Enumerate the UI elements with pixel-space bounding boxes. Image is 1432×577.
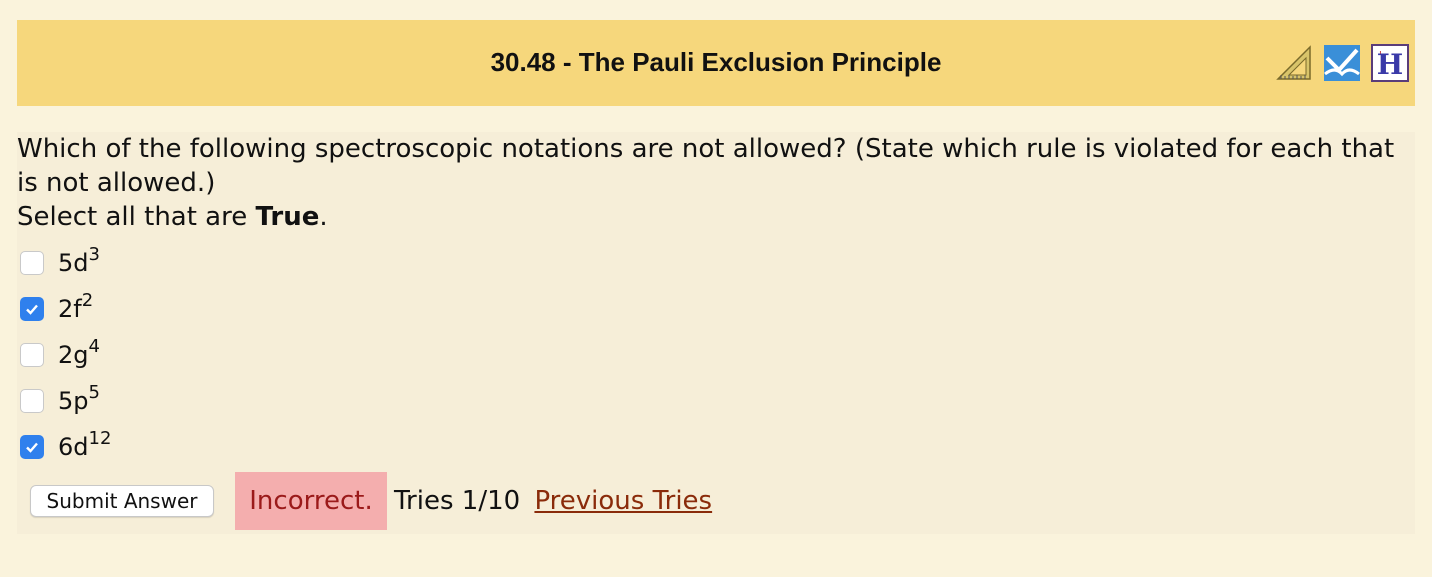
option-sup: 4 [88, 336, 100, 357]
status-badge: Incorrect. [235, 472, 387, 530]
option-sup: 2 [81, 290, 94, 311]
problem-header: 30.48 - The Pauli Exclusion Principle H … [17, 20, 1415, 106]
checkbox-checked[interactable] [20, 435, 44, 459]
submit-answer-button[interactable]: Submit Answer [30, 485, 214, 517]
answer-actions: Submit Answer Incorrect. Tries 1/10 Prev… [17, 472, 1217, 530]
option-base: 2f [58, 295, 82, 323]
option-5d3[interactable]: 5d3 [17, 240, 111, 286]
select-suffix: . [319, 202, 328, 232]
previous-tries-link[interactable]: Previous Tries [534, 486, 712, 516]
header-tools: H ' [1275, 44, 1409, 82]
option-base: 5p [58, 387, 89, 415]
option-5p5[interactable]: 5p5 [17, 378, 111, 424]
svg-text:': ' [1379, 50, 1382, 61]
checkbox-unchecked[interactable] [20, 251, 44, 275]
option-6d12[interactable]: 6d12 [17, 424, 111, 470]
problem-body: Which of the following spectroscopic not… [17, 132, 1415, 534]
answer-options: 5d3 2f2 2g4 5p5 6d12 [17, 240, 111, 470]
check-icon [26, 442, 38, 453]
select-bold: True [255, 202, 320, 232]
option-sup: 5 [88, 382, 100, 403]
checkbox-unchecked[interactable] [20, 389, 44, 413]
help-h-icon[interactable]: H ' [1371, 44, 1409, 82]
option-label: 2f2 [58, 292, 93, 324]
option-label: 5p5 [58, 384, 100, 416]
check-icon [26, 304, 38, 315]
checkbox-checked[interactable] [20, 297, 44, 321]
option-sup: 3 [88, 244, 100, 265]
problem-title: 30.48 - The Pauli Exclusion Principle [490, 47, 942, 77]
question-text: Which of the following spectroscopic not… [17, 134, 1395, 198]
ruler-triangle-icon[interactable] [1275, 44, 1313, 82]
option-base: 2g [58, 341, 89, 369]
checkbox-unchecked[interactable] [20, 343, 44, 367]
select-instruction: Select all that are True. [17, 200, 328, 234]
option-base: 6d [58, 433, 89, 461]
select-prefix: Select all that are [17, 202, 256, 232]
option-2g4[interactable]: 2g4 [17, 332, 111, 378]
option-sup: 12 [88, 428, 112, 449]
option-label: 5d3 [58, 246, 100, 278]
option-label: 6d12 [58, 430, 111, 462]
option-base: 5d [58, 249, 89, 277]
option-2f2[interactable]: 2f2 [17, 286, 111, 332]
feedback-chart-icon[interactable] [1323, 44, 1361, 82]
option-label: 2g4 [58, 338, 100, 370]
tries-count: Tries 1/10 [394, 486, 521, 516]
tries-info: Tries 1/10 Previous Tries [394, 484, 712, 518]
